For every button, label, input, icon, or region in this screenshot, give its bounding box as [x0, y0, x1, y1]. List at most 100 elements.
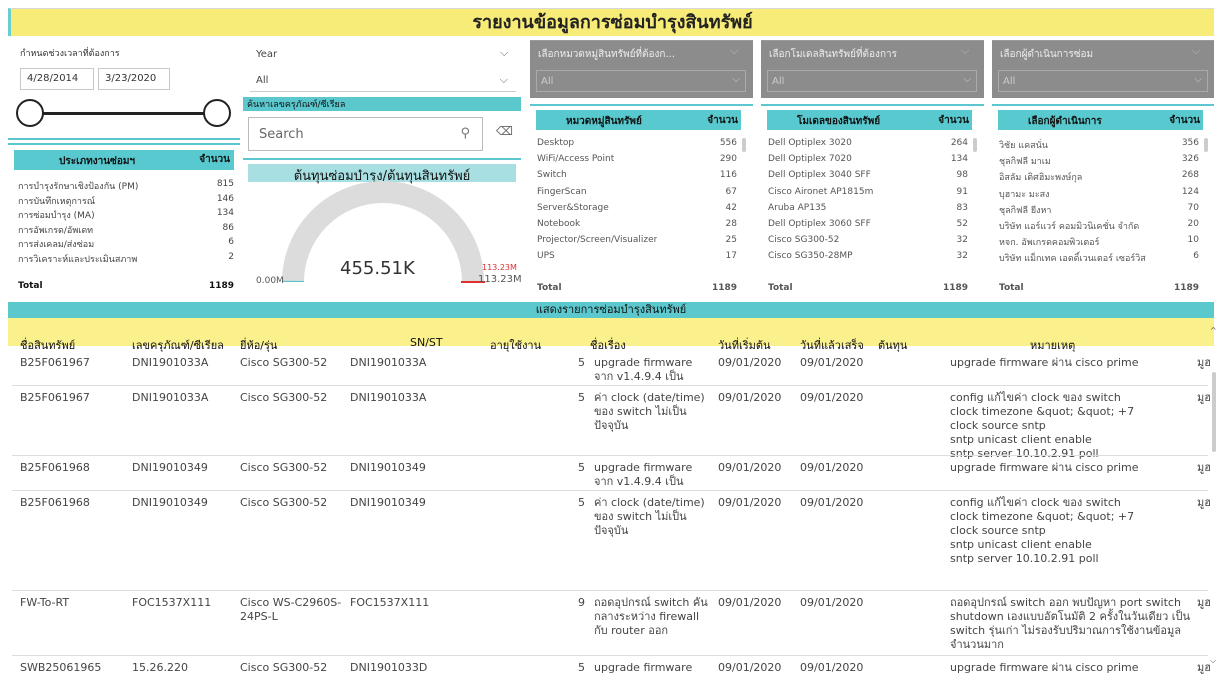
model-col-count[interactable]: จำนวน	[938, 113, 969, 128]
table-cell: DNI1901033A	[132, 391, 209, 404]
model-list-item[interactable]: Cisco SG300-52 32	[768, 235, 968, 245]
table-cell: 09/01/2020	[718, 391, 782, 404]
model-item-count: 264	[950, 138, 968, 148]
model-list-item[interactable]: Dell Optiplex 3060 SFF 52	[768, 219, 968, 229]
maintenance-type-count: 146	[216, 193, 234, 204]
year-dropdown[interactable]: All ⌵	[250, 70, 516, 92]
row-extra-cell: มูฮ	[1197, 496, 1211, 509]
maintenance-type-row[interactable]: การบันทึกเหตุการณ์ 146	[18, 194, 234, 208]
maintenance-type-row[interactable]: การวิเคราะห์และประเมินสภาพ 2	[18, 252, 234, 266]
table-cell: Cisco WS-C2960S-24PS-L	[240, 596, 342, 623]
table-cell: 09/01/2020	[718, 596, 782, 609]
model-item-count: 91	[956, 186, 968, 197]
main-col-header[interactable]: วันที่เริ่มต้น	[718, 332, 771, 354]
eraser-icon[interactable]: ⌫	[496, 124, 513, 138]
operator-list-item[interactable]: หจก. อัพเกรดคอมพิวเตอร์ 10	[999, 235, 1199, 249]
search-placeholder: Search	[259, 127, 304, 142]
model-item-count: 134	[950, 154, 968, 165]
operator-item-name: ชุลกิฟลี มาเม	[999, 157, 1051, 168]
table-cell: Cisco SG300-52	[240, 661, 328, 674]
date-slider-start-handle[interactable]	[16, 99, 44, 127]
operator-list-item[interactable]: ชุลกิฟลี มาเม 326	[999, 154, 1199, 168]
category-list-item[interactable]: Desktop 556	[537, 138, 737, 148]
row-extra-cell: มูฮ	[1197, 461, 1211, 474]
scroll-down-icon[interactable]: ⌵	[1210, 656, 1216, 666]
filter-dropdown[interactable]: All ⌵	[767, 70, 977, 92]
scroll-up-icon[interactable]: ^	[1210, 326, 1217, 335]
chevron-down-icon[interactable]: ⌵	[500, 46, 508, 60]
operator-item-count: 6	[1193, 251, 1199, 262]
maintenance-type-row[interactable]: การซ่อมบำรุง (MA) 134	[18, 208, 234, 222]
operator-col-count[interactable]: จำนวน	[1169, 113, 1200, 128]
date-slider-end-handle[interactable]	[203, 99, 231, 127]
total-count: 1189	[1173, 283, 1199, 293]
date-slider-track[interactable]	[30, 112, 214, 115]
category-list-item[interactable]: Notebook 28	[537, 219, 737, 229]
search-icon[interactable]: ⚲	[460, 126, 470, 141]
maintenance-type-col-count[interactable]: จำนวน	[199, 152, 230, 167]
model-list-item[interactable]: Dell Optiplex 7020 134	[768, 154, 968, 164]
model-list-scrollbar[interactable]	[973, 138, 977, 152]
row-divider	[12, 385, 1208, 386]
maintenance-type-count: 6	[228, 237, 234, 247]
model-list-panel	[761, 104, 984, 298]
maintenance-type-row[interactable]: การส่งเคลม/ส่งซ่อม 6	[18, 237, 234, 251]
model-item-name: Dell Optiplex 3060 SFF	[768, 219, 871, 229]
maintenance-type-count: 815	[216, 179, 234, 189]
category-list-total: Total 1189	[537, 283, 737, 293]
operator-list-item[interactable]: อิสลัม เติศฮิมะพงษ์กุล 268	[999, 170, 1199, 184]
main-col-header[interactable]: ต้นทุน	[878, 332, 907, 354]
category-list-item[interactable]: UPS 17	[537, 251, 737, 261]
operator-list-item[interactable]: บุฮามะ มะสง 124	[999, 187, 1199, 201]
row-divider	[12, 455, 1208, 456]
main-table-scrollbar[interactable]	[1212, 372, 1216, 452]
category-list-item[interactable]: FingerScan 67	[537, 187, 737, 197]
row-divider	[12, 590, 1208, 591]
operator-list-item[interactable]: ชุลกิฟลี ยีงหา 70	[999, 203, 1199, 217]
category-list-item[interactable]: WiFi/Access Point 290	[537, 154, 737, 164]
operator-list-total: Total 1189	[999, 283, 1199, 293]
filter-dropdown[interactable]: All ⌵	[536, 70, 746, 92]
category-list-scrollbar[interactable]	[742, 138, 746, 152]
maintenance-type-name: การอัพเกรด/อัพเดท	[18, 225, 94, 236]
operator-item-name: วิชัย แคสนั่น	[999, 141, 1048, 151]
main-col-header[interactable]: เลขครุภัณฑ์/ซีเรียล	[132, 332, 224, 354]
filter-dropdown[interactable]: All ⌵	[998, 70, 1208, 92]
model-list-item[interactable]: Dell Optiplex 3040 SFF 98	[768, 170, 968, 180]
category-list-item[interactable]: Server&Storage 42	[537, 203, 737, 213]
model-list-item[interactable]: Cisco Aironet AP1815m 91	[768, 187, 968, 197]
category-item-name: WiFi/Access Point	[537, 154, 615, 165]
model-list-item[interactable]: Cisco SG350-28MP 32	[768, 251, 968, 261]
operator-item-name: บริษัท แอร์แวร์ คอมมิวนิเคชั่น จำกัด	[999, 222, 1140, 232]
chevron-down-icon[interactable]: ⌵	[961, 44, 969, 58]
category-col-count[interactable]: จำนวน	[707, 113, 738, 128]
main-col-header[interactable]: อายุใช้งาน	[490, 332, 541, 354]
main-col-header[interactable]: ยี่ห้อ/รุ่น	[240, 332, 277, 354]
year-filter-label: Year	[256, 49, 278, 60]
filter-value: All	[1003, 76, 1016, 87]
operator-list-scrollbar[interactable]	[1204, 138, 1208, 152]
model-list-item[interactable]: Aruba AP135 83	[768, 203, 968, 213]
model-list-item[interactable]: Dell Optiplex 3020 264	[768, 138, 968, 148]
end-date-input[interactable]: 3/23/2020	[98, 68, 170, 90]
operator-list-item[interactable]: บริษัท แอร์แวร์ คอมมิวนิเคชั่น จำกัด 20	[999, 219, 1199, 233]
model-item-name: Cisco Aironet AP1815m	[768, 186, 874, 197]
maintenance-type-row[interactable]: การอัพเกรด/อัพเดท 86	[18, 223, 234, 237]
maintenance-type-row[interactable]: การบำรุงรักษาเชิงป้องกัน (PM) 815	[18, 179, 234, 193]
table-cell: 15.26.220	[132, 661, 188, 674]
main-col-header[interactable]: SN/ST	[410, 332, 443, 354]
operator-list-item[interactable]: บริษัท แม็กเทค เอดดิ์เวนเตอร์ เซอร์วิส 6	[999, 251, 1199, 265]
chevron-down-icon[interactable]: ⌵	[730, 44, 738, 58]
main-col-header[interactable]: ชื่อเรื่อง	[590, 332, 626, 354]
main-col-header[interactable]: ชื่อสินทรัพย์	[20, 332, 75, 354]
category-list-item[interactable]: Projector/Screen/Visualizer 25	[537, 235, 737, 245]
start-date-input[interactable]: 4/28/2014	[20, 68, 94, 90]
table-cell: 09/01/2020	[718, 461, 782, 474]
category-list-item[interactable]: Switch 116	[537, 170, 737, 180]
chevron-down-icon[interactable]: ⌵	[1192, 44, 1200, 58]
maintenance-type-col-name: ประเภทงานซ่อมฯ	[59, 156, 136, 167]
operator-list-item[interactable]: วิชัย แคสนั่น 356	[999, 138, 1199, 152]
main-col-header[interactable]: หมายเหตุ	[1030, 332, 1075, 354]
main-col-header[interactable]: วันที่แล้วเสร็จ	[800, 332, 864, 354]
search-input[interactable]: Search ⚲	[248, 117, 483, 151]
